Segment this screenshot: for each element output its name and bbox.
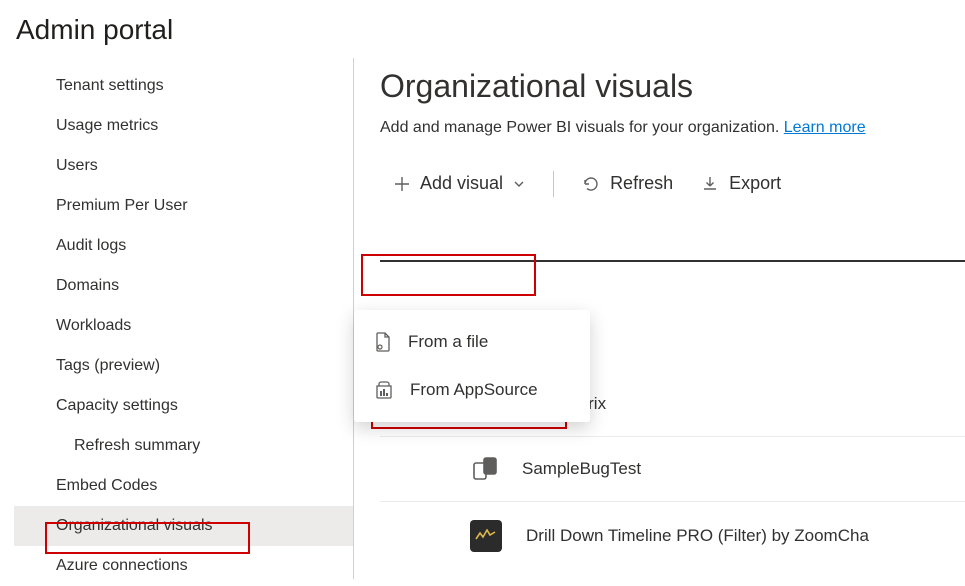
refresh-button[interactable]: Refresh — [568, 165, 687, 202]
appsource-icon — [374, 380, 394, 400]
sidebar-item-label: Users — [56, 157, 98, 174]
visual-custom-icon — [470, 520, 502, 552]
sidebar-item-label: Premium Per User — [56, 197, 188, 214]
sidebar-item-capacity-settings[interactable]: Capacity settings — [14, 386, 353, 426]
main: Organizational visuals Add and manage Po… — [354, 58, 965, 579]
sidebar-item-label: Usage metrics — [56, 117, 158, 134]
subtitle-text: Add and manage Power BI visuals for your… — [380, 119, 784, 136]
sidebar-item-label: Embed Codes — [56, 477, 157, 494]
sidebar-item-organizational-visuals[interactable]: Organizational visuals — [14, 506, 353, 546]
add-visual-dropdown: From a file From AppSource — [354, 310, 590, 422]
learn-more-link[interactable]: Learn more — [784, 119, 866, 136]
sidebar-item-usage-metrics[interactable]: Usage metrics — [14, 106, 353, 146]
add-visual-button[interactable]: Add visual — [380, 165, 539, 202]
toolbar-separator — [553, 171, 554, 197]
visual-name: Drill Down Timeline PRO (Filter) by Zoom… — [526, 526, 869, 546]
refresh-icon — [582, 175, 600, 193]
main-heading: Organizational visuals — [380, 68, 965, 105]
dropdown-from-appsource[interactable]: From AppSource — [354, 366, 590, 414]
sidebar-item-premium-per-user[interactable]: Premium Per User — [14, 186, 353, 226]
sidebar-item-embed-codes[interactable]: Embed Codes — [14, 466, 353, 506]
header: Admin portal — [0, 0, 965, 58]
dropdown-from-file-label: From a file — [408, 332, 488, 352]
dropdown-from-file[interactable]: From a file — [354, 318, 590, 366]
refresh-label: Refresh — [610, 173, 673, 194]
visual-row[interactable]: SampleBugTest — [380, 436, 965, 501]
sidebar-item-label: Workloads — [56, 317, 131, 334]
sidebar-item-label: Organizational visuals — [56, 517, 213, 534]
sidebar-item-users[interactable]: Users — [14, 146, 353, 186]
visual-row[interactable]: Drill Down Timeline PRO (Filter) by Zoom… — [380, 501, 965, 570]
export-label: Export — [729, 173, 781, 194]
toolbar: Add visual Refresh Export — [380, 165, 965, 210]
sidebar-item-label: Tenant settings — [56, 77, 164, 94]
sidebar: Tenant settings Usage metrics Users Prem… — [0, 58, 354, 579]
dropdown-from-appsource-label: From AppSource — [410, 380, 538, 400]
page-title: Admin portal — [16, 14, 949, 46]
sidebar-item-tenant-settings[interactable]: Tenant settings — [14, 66, 353, 106]
content: Tenant settings Usage metrics Users Prem… — [0, 58, 965, 579]
sidebar-item-refresh-summary[interactable]: Refresh summary — [14, 426, 353, 466]
sidebar-item-domains[interactable]: Domains — [14, 266, 353, 306]
download-icon — [701, 175, 719, 193]
sidebar-item-audit-logs[interactable]: Audit logs — [14, 226, 353, 266]
sidebar-item-label: Azure connections — [56, 557, 188, 574]
sidebar-item-label: Capacity settings — [56, 397, 178, 414]
table-divider — [380, 260, 965, 262]
sidebar-item-label: Domains — [56, 277, 119, 294]
plus-icon — [394, 176, 410, 192]
visual-generic-icon — [470, 455, 498, 483]
visual-name: SampleBugTest — [522, 459, 641, 479]
add-visual-label: Add visual — [420, 173, 503, 194]
export-button[interactable]: Export — [687, 165, 795, 202]
sidebar-item-azure-connections[interactable]: Azure connections — [14, 546, 353, 586]
sidebar-item-workloads[interactable]: Workloads — [14, 306, 353, 346]
sidebar-item-tags[interactable]: Tags (preview) — [14, 346, 353, 386]
sidebar-item-label: Refresh summary — [74, 437, 200, 454]
sidebar-item-label: Audit logs — [56, 237, 126, 254]
file-icon — [374, 332, 392, 352]
chevron-down-icon — [513, 178, 525, 190]
main-subtitle: Add and manage Power BI visuals for your… — [380, 119, 965, 137]
sidebar-item-label: Tags (preview) — [56, 357, 160, 374]
